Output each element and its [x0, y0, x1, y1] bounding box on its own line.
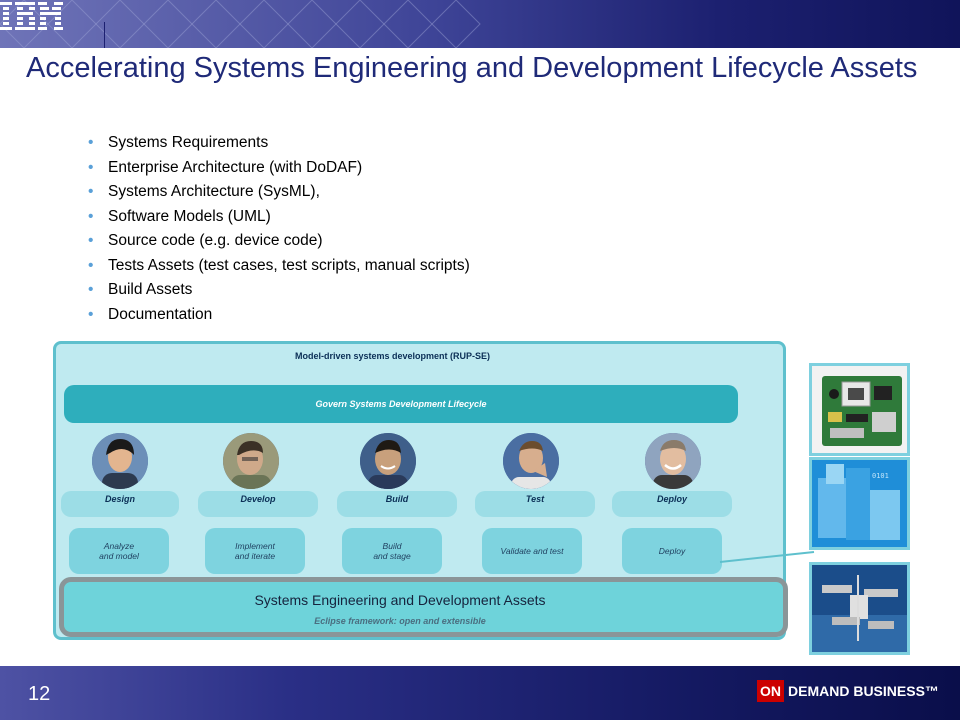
role-design-label: Design [61, 491, 179, 517]
bullet-dot-icon: • [88, 158, 94, 176]
space-station-image [809, 562, 910, 655]
bullet-item: • Tests Assets (test cases, test scripts,… [88, 254, 470, 279]
govern-lifecycle-bar: Govern Systems Development Lifecycle [64, 385, 738, 423]
bullet-list: • Systems Requirements • Enterprise Archit… [88, 131, 470, 327]
page-number: 12 [28, 683, 51, 705]
circuit-board-image [809, 363, 910, 456]
bullet-dot-icon: • [88, 281, 94, 298]
assets-subtitle: Eclipse framework: open and extensible [314, 616, 486, 626]
bullet-dot-icon: • [88, 183, 94, 200]
bullet-dot-icon: • [88, 134, 94, 151]
bullet-dot-icon: • [88, 305, 94, 323]
diamond-pattern [0, 0, 481, 48]
bullet-item: • Systems Requirements [88, 131, 470, 156]
role-build-label: Build [337, 491, 457, 517]
designer-avatar-icon [92, 433, 148, 489]
bullet-item: • Software Models (UML) [88, 205, 470, 230]
ibm-logo [0, 2, 63, 30]
bullet-item: • Source code (e.g. device code) [88, 229, 470, 254]
demand-business-text: DEMAND BUSINESS™ [788, 683, 939, 699]
blue-blocks-image: 0101 [809, 457, 910, 550]
slide-title: Accelerating Systems Engineering and Dev… [26, 52, 918, 84]
role-deploy-label: Deploy [612, 491, 732, 517]
bullet-dot-icon: • [88, 256, 94, 274]
bullet-dot-icon: • [88, 232, 94, 249]
activity-deploy-box: Deploy [622, 528, 722, 574]
activity-build-box: Build and stage [342, 528, 442, 574]
deployer-avatar-icon [645, 433, 701, 489]
bullet-item: • Systems Architecture (SysML), [88, 180, 470, 205]
on-badge: ON [757, 680, 784, 702]
connector-line [719, 551, 815, 563]
activity-analyze-box: Analyze and model [69, 528, 169, 574]
activity-validate-box: Validate and test [482, 528, 582, 574]
builder-avatar-icon [360, 433, 416, 489]
on-demand-business-logo: ON DEMAND BUSINESS™ [757, 680, 939, 702]
activity-implement-box: Implement and iterate [205, 528, 305, 574]
assets-title: Systems Engineering and Development Asse… [254, 592, 546, 608]
developer-avatar-icon [223, 433, 279, 489]
role-test-label: Test [475, 491, 595, 517]
bullet-item: • Enterprise Architecture (with DoDAF) [88, 156, 470, 181]
diagram-title: Model-driven systems development (RUP-SE… [294, 351, 491, 361]
role-develop-label: Develop [198, 491, 318, 517]
svg-text:0101: 0101 [872, 472, 889, 480]
top-banner [0, 0, 960, 48]
bullet-item: • Documentation [88, 303, 470, 328]
bullet-dot-icon: • [88, 207, 94, 225]
title-divider [104, 22, 105, 48]
bullet-item: • Build Assets [88, 278, 470, 303]
tester-avatar-icon [503, 433, 559, 489]
